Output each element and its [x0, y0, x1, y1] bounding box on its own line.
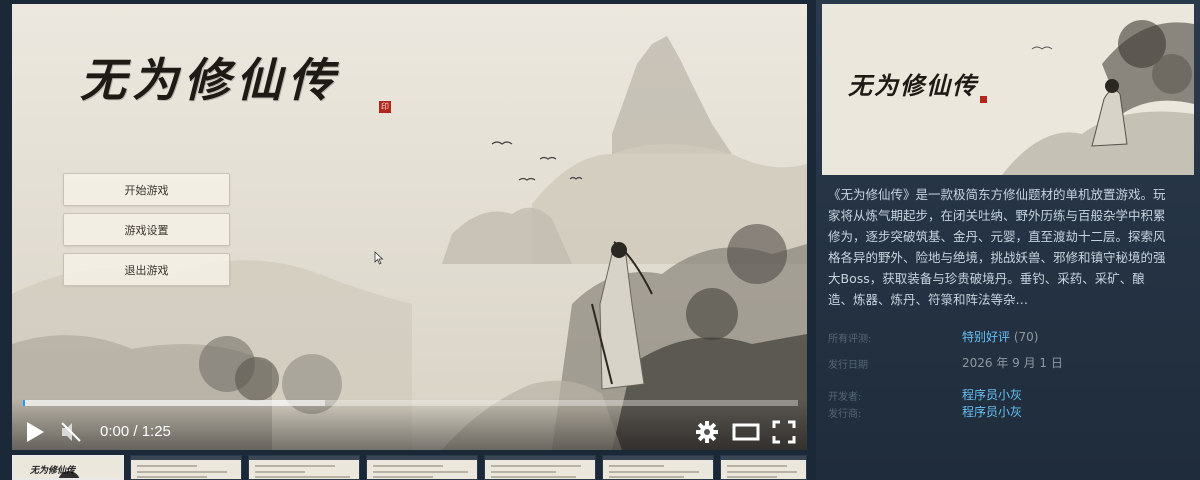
quit-game-button[interactable]: 退出游戏: [63, 253, 230, 286]
game-settings-button[interactable]: 游戏设置: [63, 213, 230, 246]
reviews-count: (70): [1013, 330, 1039, 344]
start-game-button[interactable]: 开始游戏: [63, 173, 230, 206]
gear-icon[interactable]: [695, 420, 719, 444]
header-capsule-image: 无为修仙传: [822, 4, 1194, 175]
fullscreen-icon[interactable]: [772, 420, 796, 444]
progress-played: [23, 400, 25, 406]
publisher-link[interactable]: 程序员小灰: [962, 403, 1022, 420]
release-date-label: 发行日期: [828, 360, 868, 371]
capsule-title: 无为修仙传: [848, 71, 978, 100]
thumbnail-video[interactable]: 无为修仙传: [12, 455, 124, 480]
thumbnail-screenshot[interactable]: [130, 455, 242, 480]
play-icon[interactable]: [24, 420, 46, 444]
video-player[interactable]: 无为修仙传 印 开始游戏 游戏设置 退出游戏: [12, 4, 807, 450]
thumbnail-screenshot[interactable]: [720, 455, 807, 480]
developer-link[interactable]: 程序员小灰: [962, 386, 1022, 403]
video-progress-bar[interactable]: [23, 400, 798, 406]
release-date-value: 2026 年 9 月 1 日: [962, 356, 1063, 370]
capsule-seal-stamp: [980, 96, 987, 103]
mouse-cursor-icon: [374, 251, 384, 265]
thumbnail-screenshot[interactable]: [484, 455, 596, 480]
theater-mode-icon[interactable]: [732, 420, 760, 444]
reviews-rating[interactable]: 特别好评: [962, 330, 1010, 344]
thumbnail-screenshot[interactable]: [366, 455, 478, 480]
publisher-label: 发行商:: [828, 409, 862, 420]
developer-label: 开发者:: [828, 392, 862, 403]
thumbnail-screenshot[interactable]: [602, 455, 714, 480]
progress-buffered: [23, 400, 325, 406]
thumbnail-strip: 无为修仙传: [12, 455, 807, 480]
game-description: 《无为修仙传》是一款极简东方修仙题材的单机放置游戏。玩家将从炼气期起步，在闭关吐…: [828, 187, 1166, 307]
game-logo-title: 无为修仙传: [80, 53, 340, 107]
reviews-summary-link[interactable]: 特别好评 (70): [962, 328, 1038, 345]
red-seal-stamp: 印: [379, 101, 391, 113]
thumbnail-play-icon: [58, 471, 80, 478]
thumbnail-screenshot[interactable]: [248, 455, 360, 480]
reviews-label: 所有评测:: [828, 334, 872, 345]
mute-icon[interactable]: [60, 420, 82, 444]
